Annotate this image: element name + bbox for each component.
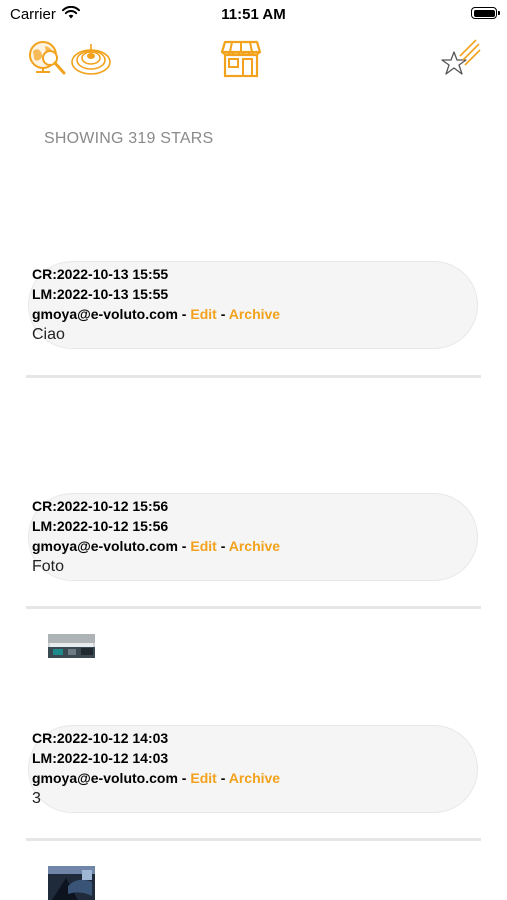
separator: - (216, 538, 229, 554)
star-count-label: SHOWING 319 STARS (44, 130, 214, 147)
post-meta: CR:2022-10-12 14:03 LM:2022-10-12 14:03 … (32, 728, 280, 788)
edit-link[interactable]: Edit (190, 538, 216, 554)
post-meta: CR:2022-10-13 15:55 LM:2022-10-13 15:55 … (32, 264, 280, 324)
author-email: gmoya@e-voluto.com (32, 770, 178, 786)
globe-search-icon[interactable] (26, 38, 68, 80)
clock: 11:51 AM (221, 6, 286, 23)
created-timestamp: CR:2022-10-12 14:03 (32, 730, 169, 746)
author-line: gmoya@e-voluto.com - Edit - Archive (32, 768, 280, 788)
archive-link[interactable]: Archive (229, 306, 280, 322)
post-meta: CR:2022-10-12 15:56 LM:2022-10-12 15:56 … (32, 496, 280, 556)
shooting-star-icon[interactable] (440, 38, 482, 78)
archive-link[interactable]: Archive (229, 538, 280, 554)
separator: - (177, 770, 191, 786)
store-icon[interactable] (220, 38, 262, 78)
post-message: Ciao (32, 326, 65, 343)
archive-link[interactable]: Archive (229, 770, 280, 786)
author-email: gmoya@e-voluto.com (32, 306, 178, 322)
post-divider (26, 606, 481, 609)
author-email: gmoya@e-voluto.com (32, 538, 178, 554)
separator: - (216, 770, 229, 786)
edit-link[interactable]: Edit (190, 306, 216, 322)
post-divider (26, 375, 481, 378)
status-bar: Carrier 11:51 AM (0, 0, 507, 28)
signal-rings-icon[interactable] (70, 40, 112, 78)
top-toolbar (0, 34, 507, 84)
separator: - (216, 306, 229, 322)
author-line: gmoya@e-voluto.com - Edit - Archive (32, 304, 280, 324)
modified-timestamp: LM:2022-10-13 15:55 (32, 286, 169, 302)
post-message: 3 (32, 790, 41, 807)
post-message: Foto (32, 558, 65, 575)
created-timestamp: CR:2022-10-12 15:56 (32, 498, 169, 514)
modified-timestamp: LM:2022-10-12 14:03 (32, 750, 169, 766)
photo-thumbnail[interactable] (48, 634, 95, 658)
separator: - (177, 538, 191, 554)
author-line: gmoya@e-voluto.com - Edit - Archive (32, 536, 280, 556)
photo-thumbnail[interactable] (48, 866, 95, 900)
post-divider (26, 838, 481, 841)
battery-icon (471, 7, 500, 19)
created-timestamp: CR:2022-10-13 15:55 (32, 266, 169, 282)
modified-timestamp: LM:2022-10-12 15:56 (32, 518, 169, 534)
edit-link[interactable]: Edit (190, 770, 216, 786)
separator: - (177, 306, 191, 322)
